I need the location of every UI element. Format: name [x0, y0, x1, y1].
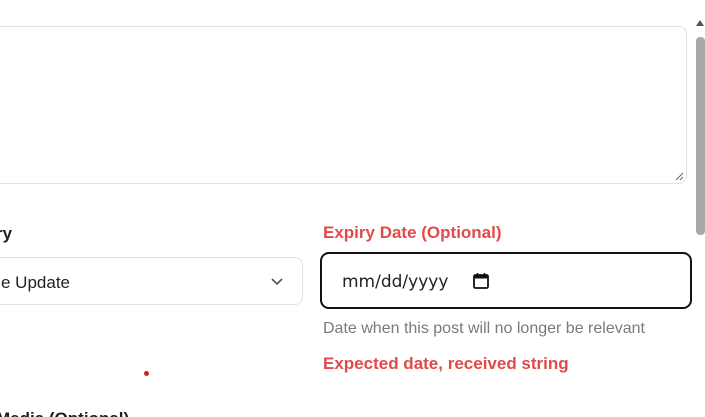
calendar-icon[interactable] — [472, 272, 490, 290]
date-placeholder: mm/dd/yyyy — [342, 272, 449, 292]
scroll-up-arrow-icon[interactable] — [696, 20, 704, 26]
scroll-thumb[interactable] — [696, 37, 705, 235]
expiry-date-input[interactable]: mm/dd/yyyy — [320, 252, 692, 309]
category-select[interactable]: e Update — [0, 257, 303, 305]
category-selected-value: e Update — [1, 273, 70, 292]
category-label: ry — [0, 224, 13, 243]
cursor-dot — [144, 371, 149, 376]
form-page: ry e Update Expiry Date (Optional) mm/dd… — [0, 0, 705, 417]
expiry-error-message: Expected date, received string — [323, 354, 569, 373]
page-scrollbar[interactable] — [695, 0, 705, 417]
chevron-down-icon — [271, 278, 283, 286]
expiry-date-label: Expiry Date (Optional) — [323, 223, 502, 242]
next-field-label: Media (Optional) — [0, 409, 129, 417]
resize-grip-icon[interactable] — [674, 171, 684, 181]
content-textarea[interactable] — [0, 26, 687, 184]
expiry-help-text: Date when this post will no longer be re… — [323, 320, 645, 337]
